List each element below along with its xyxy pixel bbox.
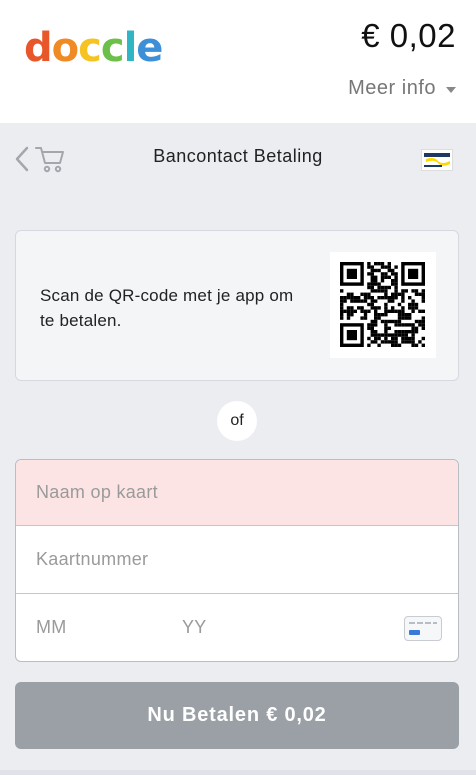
pay-now-button[interactable]: Nu Betalen € 0,02 (15, 682, 459, 749)
qr-code[interactable] (330, 252, 436, 358)
header: doccle € 0,02 Meer info (0, 0, 476, 123)
page-title: Bancontact Betaling (153, 146, 323, 166)
expiry-month-input[interactable] (16, 594, 166, 661)
or-separator: of (217, 401, 257, 441)
logo-letter: c (78, 25, 102, 71)
logo-letter: o (51, 25, 80, 71)
cardholder-name-input[interactable] (16, 460, 458, 526)
doccle-logo[interactable]: doccle (24, 22, 163, 74)
logo-letter: l (123, 25, 138, 71)
card-form (15, 459, 459, 662)
or-label: of (230, 412, 244, 429)
logo-letter: d (24, 25, 53, 71)
card-number-input[interactable] (16, 526, 458, 594)
bancontact-logo (421, 149, 453, 171)
payment-navbar: Bancontact Betaling (0, 123, 476, 193)
meer-info-toggle[interactable]: Meer info (348, 77, 456, 100)
caret-down-icon (446, 86, 456, 93)
qr-instruction: Scan de QR-code met je app om te betalen… (40, 286, 294, 330)
expiry-year-input[interactable] (162, 594, 312, 661)
credit-card-icon (404, 616, 442, 641)
qr-card: Scan de QR-code met je app om te betalen… (15, 230, 459, 381)
total-amount: € 0,02 (361, 17, 456, 54)
logo-letter: e (136, 25, 163, 71)
meer-info-label: Meer info (348, 77, 436, 99)
logo-letter: c (100, 25, 125, 71)
footer-divider (0, 770, 476, 775)
